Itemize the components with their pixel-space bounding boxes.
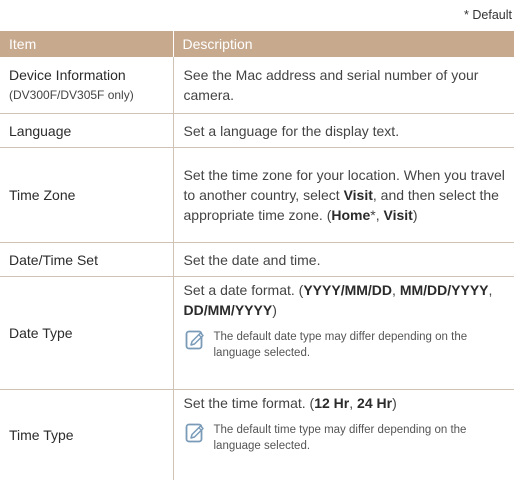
table-row: Language Set a language for the display … bbox=[0, 114, 514, 148]
table-row: Time Zone Set the time zone for your loc… bbox=[0, 148, 514, 243]
note-pencil-icon bbox=[185, 423, 205, 443]
desc-text: , bbox=[489, 282, 493, 298]
table-row: Date Type Set a date format. (YYYY/MM/DD… bbox=[0, 277, 514, 390]
option-mm-dd-yyyy: MM/DD/YYYY bbox=[400, 282, 489, 298]
desc-text: Set a date format. ( bbox=[184, 282, 304, 298]
item-label: Time Type bbox=[0, 390, 173, 480]
option-12hr: 12 Hr bbox=[314, 395, 349, 411]
item-label: Time Zone bbox=[0, 148, 173, 243]
row-description: Set the date and time. bbox=[173, 243, 514, 277]
desc-text: ) bbox=[413, 207, 418, 223]
row-description: Set the time zone for your location. Whe… bbox=[173, 148, 514, 243]
item-label: Device Information bbox=[9, 65, 164, 85]
row-description: Set the time format. (12 Hr, 24 Hr) The … bbox=[173, 390, 514, 480]
item-sublabel: (DV300F/DV305F only) bbox=[9, 85, 164, 105]
default-footnote: * Default bbox=[464, 8, 512, 22]
table-header-row: Item Description bbox=[0, 31, 514, 57]
desc-text: ) bbox=[272, 302, 277, 318]
note-box: The default date type may differ dependi… bbox=[185, 329, 506, 361]
desc-text-block: Set the time format. (12 Hr, 24 Hr) bbox=[184, 393, 506, 413]
desc-text: , bbox=[392, 282, 400, 298]
option-dd-mm-yyyy: DD/MM/YYYY bbox=[184, 302, 273, 318]
option-visit: Visit bbox=[384, 207, 413, 223]
desc-text: *, bbox=[370, 207, 383, 223]
option-home: Home bbox=[331, 207, 370, 223]
table-row: Date/Time Set Set the date and time. bbox=[0, 243, 514, 277]
row-description: Set a date format. (YYYY/MM/DD, MM/DD/YY… bbox=[173, 277, 514, 390]
note-box: The default time type may differ dependi… bbox=[185, 422, 506, 454]
settings-table: Item Description Device Information (DV3… bbox=[0, 31, 514, 480]
desc-text-block: Set a date format. (YYYY/MM/DD, MM/DD/YY… bbox=[184, 280, 506, 320]
note-text: The default date type may differ dependi… bbox=[214, 329, 506, 361]
row-description: See the Mac address and serial number of… bbox=[173, 57, 514, 114]
row-description: Set a language for the display text. bbox=[173, 114, 514, 148]
item-label: Date/Time Set bbox=[0, 243, 173, 277]
row-item-cell: Device Information (DV300F/DV305F only) bbox=[0, 57, 173, 114]
desc-text: Set the time format. ( bbox=[184, 395, 315, 411]
option-24hr: 24 Hr bbox=[357, 395, 392, 411]
item-label: Date Type bbox=[0, 277, 173, 390]
option-yyyy-mm-dd: YYYY/MM/DD bbox=[303, 282, 392, 298]
note-text: The default time type may differ dependi… bbox=[214, 422, 506, 454]
column-header-item: Item bbox=[0, 31, 173, 57]
table-row: Device Information (DV300F/DV305F only) … bbox=[0, 57, 514, 114]
table-row: Time Type Set the time format. (12 Hr, 2… bbox=[0, 390, 514, 480]
desc-text: , bbox=[349, 395, 357, 411]
note-pencil-icon bbox=[185, 330, 205, 350]
option-visit: Visit bbox=[344, 187, 373, 203]
desc-text: ) bbox=[392, 395, 397, 411]
column-header-description: Description bbox=[173, 31, 514, 57]
item-label: Language bbox=[0, 114, 173, 148]
